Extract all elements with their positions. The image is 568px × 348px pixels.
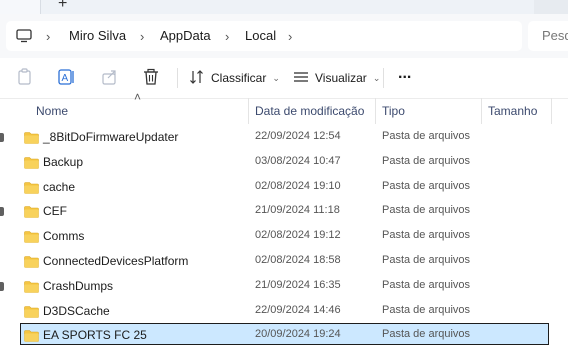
breadcrumb-local[interactable]: Local xyxy=(245,28,276,43)
column-header-name[interactable]: Nome xyxy=(36,98,68,124)
address-row: › Miro Silva › AppData › Local › Pesq xyxy=(0,14,568,58)
file-row[interactable]: CrashDumps 21/09/2024 16:35 Pasta de arq… xyxy=(0,275,568,297)
folder-icon xyxy=(24,205,39,223)
sort-button[interactable]: Classificar ⌄ xyxy=(189,68,280,88)
file-row[interactable]: Backup 03/08/2024 10:47 Pasta de arquivo… xyxy=(0,151,568,173)
file-type: Pasta de arquivos xyxy=(382,130,471,142)
file-name: Backup xyxy=(43,155,84,169)
view-button[interactable]: Visualizar ⌄ xyxy=(293,68,380,88)
file-type: Pasta de arquivos xyxy=(382,204,471,216)
breadcrumb-chevron-icon[interactable]: › xyxy=(225,29,229,44)
sort-indicator-icon: ˄ xyxy=(134,90,142,104)
chevron-down-icon: ⌄ xyxy=(272,72,280,83)
folder-icon xyxy=(24,280,39,298)
file-row[interactable]: ConnectedDevicesPlatform 02/08/2024 18:5… xyxy=(0,250,568,272)
file-type: Pasta de arquivos xyxy=(382,180,471,192)
trash-icon[interactable] xyxy=(143,68,159,88)
folder-icon xyxy=(24,230,39,248)
folder-icon xyxy=(24,255,39,273)
divider xyxy=(383,68,384,88)
file-row[interactable]: _8BitDoFirmwareUpdater 22/09/2024 12:54 … xyxy=(0,126,568,148)
file-name: ConnectedDevicesPlatform xyxy=(43,254,189,268)
column-header-size[interactable]: Tamanho xyxy=(488,98,537,124)
file-modified: 21/09/2024 16:35 xyxy=(255,279,341,291)
chevron-down-icon: ⌄ xyxy=(372,72,381,83)
column-resize-handle[interactable] xyxy=(551,98,552,124)
folder-icon xyxy=(24,131,39,149)
breadcrumb-miro-silva[interactable]: Miro Silva xyxy=(69,28,126,43)
active-tab[interactable] xyxy=(0,0,41,14)
file-name: D3DSCache xyxy=(43,304,110,318)
file-type: Pasta de arquivos xyxy=(382,279,471,291)
breadcrumb-chevron-icon[interactable]: › xyxy=(288,29,292,44)
view-label: Visualizar xyxy=(315,71,367,85)
title-bar: + xyxy=(0,0,568,14)
column-header-type[interactable]: Tipo xyxy=(382,98,405,124)
breadcrumb-chevron-icon[interactable]: › xyxy=(46,29,50,44)
rename-icon[interactable]: A xyxy=(58,68,76,88)
divider xyxy=(177,68,178,88)
search-input[interactable]: Pesq xyxy=(528,21,568,51)
file-type: Pasta de arquivos xyxy=(382,254,471,266)
file-name: Comms xyxy=(43,229,85,243)
more-options-button[interactable]: ... xyxy=(398,64,411,84)
search-placeholder: Pesq xyxy=(542,28,568,43)
file-modified: 20/09/2024 19:24 xyxy=(255,328,341,340)
address-bar[interactable]: › Miro Silva › AppData › Local › xyxy=(6,21,522,51)
file-name: CrashDumps xyxy=(43,279,114,293)
file-modified: 21/09/2024 11:18 xyxy=(255,204,340,216)
file-modified: 22/09/2024 14:46 xyxy=(255,304,341,316)
file-modified: 22/09/2024 12:54 xyxy=(255,130,341,142)
file-modified: 02/08/2024 19:10 xyxy=(255,180,341,192)
command-bar: A Classificar ⌄ Visualizar ⌄ ... xyxy=(0,58,568,99)
file-row[interactable]: CEF 21/09/2024 11:18 Pasta de arquivos xyxy=(0,200,568,222)
folder-icon xyxy=(24,329,39,347)
breadcrumb-appdata[interactable]: AppData xyxy=(160,28,211,43)
svg-text:A: A xyxy=(62,73,69,84)
file-row-selected[interactable]: EA SPORTS FC 25 20/09/2024 19:24 Pasta d… xyxy=(0,323,568,347)
file-row[interactable]: cache 02/08/2024 19:10 Pasta de arquivos xyxy=(0,176,568,198)
column-resize-handle[interactable] xyxy=(248,98,249,124)
file-name: _8BitDoFirmwareUpdater xyxy=(43,130,179,144)
file-type: Pasta de arquivos xyxy=(382,155,471,167)
folder-icon xyxy=(24,156,39,174)
new-tab-button[interactable]: + xyxy=(58,0,67,12)
view-icon xyxy=(293,70,309,87)
column-header-modified[interactable]: Data de modificação xyxy=(255,98,364,124)
file-name: cache xyxy=(43,180,76,194)
sort-icon xyxy=(189,69,205,88)
computer-icon[interactable] xyxy=(16,29,32,48)
file-modified: 03/08/2024 10:47 xyxy=(255,155,341,167)
folder-icon xyxy=(24,181,39,199)
file-type: Pasta de arquivos xyxy=(382,304,471,316)
breadcrumb-chevron-icon[interactable]: › xyxy=(140,29,144,44)
file-row[interactable]: Comms 02/08/2024 19:12 Pasta de arquivos xyxy=(0,225,568,247)
file-name: CEF xyxy=(43,204,67,218)
file-type: Pasta de arquivos xyxy=(382,229,471,241)
window-control[interactable] xyxy=(534,0,568,14)
file-row[interactable]: D3DSCache 22/09/2024 14:46 Pasta de arqu… xyxy=(0,300,568,322)
column-resize-handle[interactable] xyxy=(481,98,482,124)
copy-icon[interactable] xyxy=(17,68,33,88)
column-resize-handle[interactable] xyxy=(375,98,376,124)
share-icon[interactable] xyxy=(101,68,119,88)
sort-label: Classificar xyxy=(211,71,267,85)
file-modified: 02/08/2024 18:58 xyxy=(255,254,341,266)
folder-icon xyxy=(24,305,39,323)
file-modified: 02/08/2024 19:12 xyxy=(255,229,341,241)
file-name: EA SPORTS FC 25 xyxy=(43,328,147,342)
column-header-row: ˄ Nome Data de modificação Tipo Tamanho xyxy=(0,90,568,124)
file-type: Pasta de arquivos xyxy=(382,328,471,340)
